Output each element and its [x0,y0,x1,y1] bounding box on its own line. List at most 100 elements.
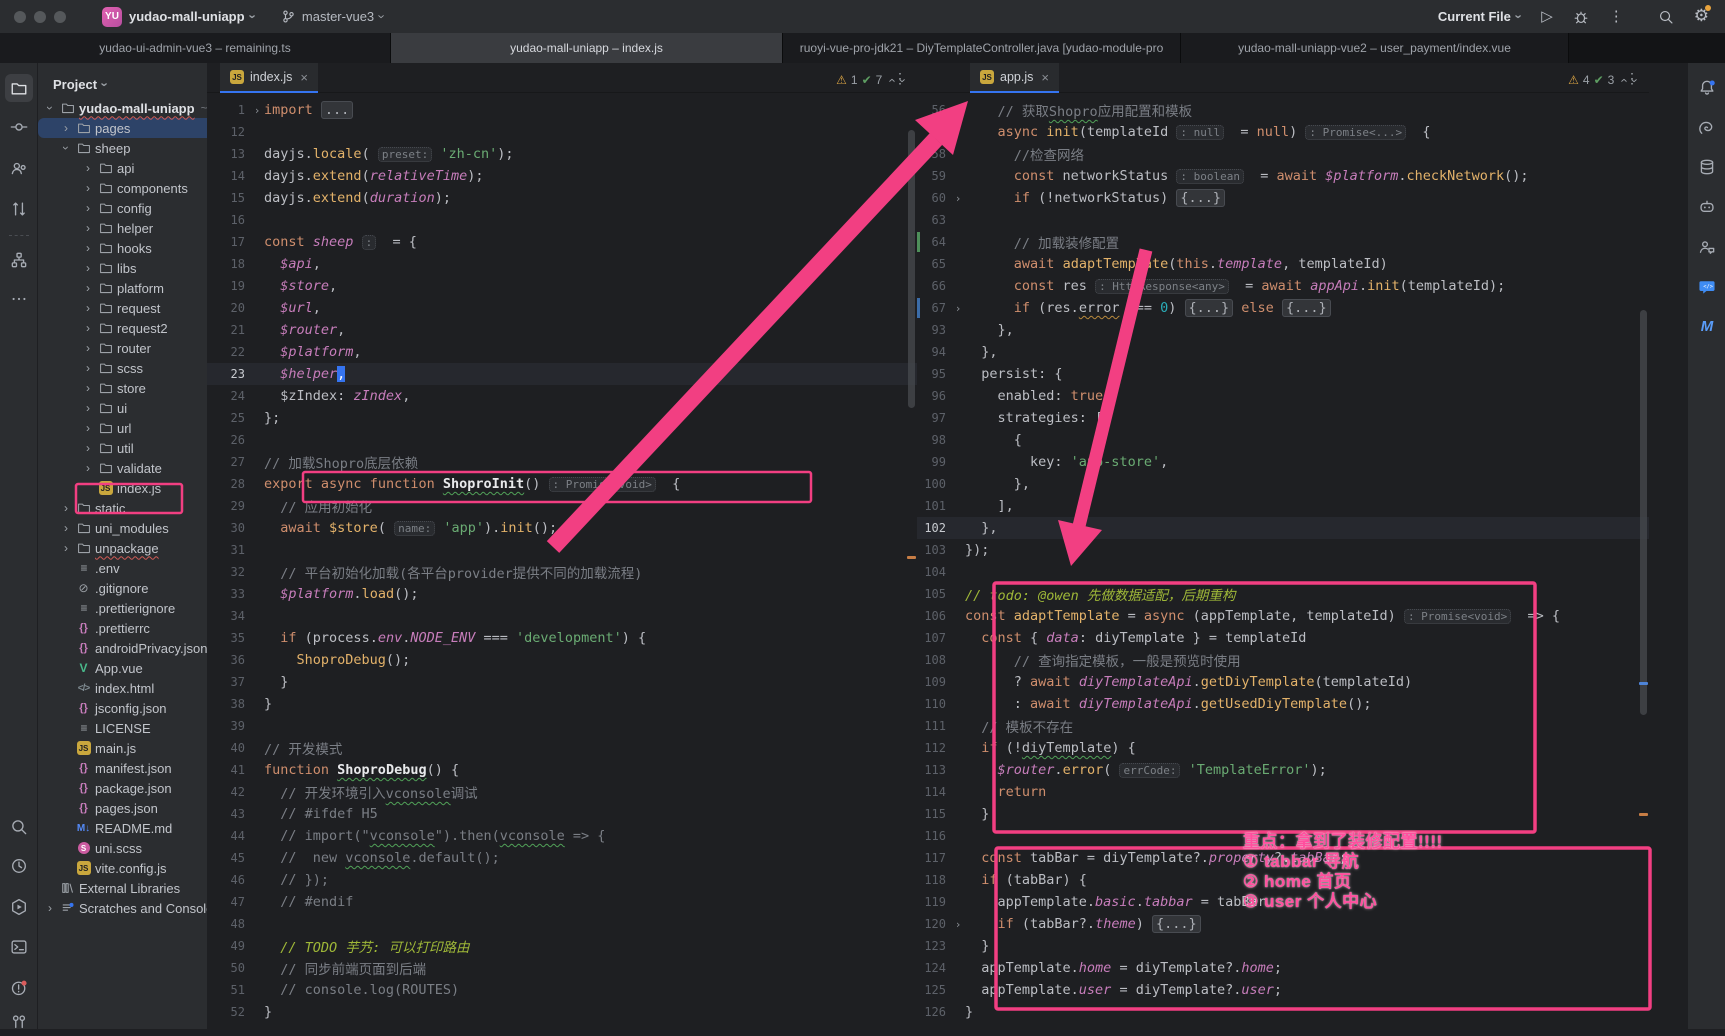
code-text: } [264,674,288,690]
chevron-right-icon[interactable]: › [58,521,74,535]
editor-tab-index-js[interactable]: JS index.js × [220,63,318,93]
window-tab[interactable]: yudao-mall-uniapp – index.js [391,33,783,63]
chevron-right-icon[interactable]: › [80,201,96,215]
inspections-widget-left[interactable]: ⚠ 1 ✔ 7 › › [836,73,905,87]
activity-item-commit[interactable] [5,113,33,141]
chevron-right-icon[interactable]: › [58,541,74,555]
fold-arrow-icon[interactable]: › [250,104,264,117]
activity-item-terminal[interactable] [5,933,33,961]
tree-item-label: pages [95,121,130,136]
code-line-45: 45 // new vconsole.default(); [207,847,917,869]
fold-arrow-icon[interactable]: › [951,302,965,315]
activity-item-problems[interactable] [5,974,33,1002]
chevron-right-icon[interactable]: › [58,501,74,515]
settings-button[interactable]: ⚙ [1694,7,1709,26]
code-text: // todo: @owen 先做数据适配，后期重构 [965,584,1235,604]
chevron-right-icon[interactable]: › [58,121,74,135]
inspections-widget-right[interactable]: ⚠ 4 ✔ 3 › › [1568,73,1637,87]
tree-item-label: yudao-mall-uniapp [79,101,195,116]
branch-selector[interactable]: master-vue3› [281,9,385,24]
code-line-47: 47 // #endif [207,891,917,913]
activity-item-search-everywhere[interactable] [5,813,33,841]
run-button[interactable]: ▷ [1541,9,1553,24]
code-area-index-js[interactable]: 1›import ...1213dayjs.locale( preset: 'z… [207,93,917,1029]
activity-item-lingma[interactable]: M [1693,312,1721,340]
chevron-right-icon[interactable]: › [80,281,96,295]
activity-item-copilot[interactable] [1693,193,1721,221]
js-icon: JS [77,741,91,755]
activity-item-ai-assistant[interactable] [1693,114,1721,142]
activity-item-database[interactable] [1693,153,1721,181]
chevron-right-icon[interactable]: › [80,161,96,175]
code-text: if (!networkStatus) {...} [965,190,1225,206]
run-configuration-selector[interactable]: Current File› [1438,9,1521,24]
fold-arrow-icon[interactable]: › [951,192,965,205]
code-line-26: 26 [207,429,917,451]
json-icon: {} [74,762,93,774]
close-icon[interactable]: × [1041,70,1049,85]
minimize-window-button[interactable] [34,11,46,23]
code-line-24: 24 $zIndex: zIndex, [207,385,917,407]
next-issue-icon[interactable]: › [896,78,909,82]
tfolder-icon [96,201,115,215]
window-tab[interactable]: yudao-ui-admin-vue3 – remaining.ts [0,33,391,63]
chevron-right-icon[interactable]: › [80,461,96,475]
tree-item-label: util [117,441,134,456]
chevron-right-icon[interactable]: › [80,441,96,455]
activity-item-structure[interactable] [5,246,33,274]
problems-icon [10,979,28,997]
tfolder-icon [99,361,113,375]
chevron-right-icon[interactable]: › [80,381,96,395]
tfolder-icon [96,301,115,315]
chevron-right-icon[interactable]: › [80,401,96,415]
code-text: $router, [264,322,345,338]
line-number: 59 [917,169,951,183]
code-area-app-js[interactable]: 56 // 获取Shopro应用配置和模板57 async init(templ… [917,93,1649,1029]
chevron-right-icon[interactable]: › [80,181,96,195]
activity-item-pull-requests[interactable] [5,195,33,223]
window-tab[interactable]: yudao-mall-uniapp-vue2 – user_payment/in… [1181,33,1569,63]
activity-item-code-with-me[interactable] [5,154,33,182]
editor-tab-app-js[interactable]: JS app.js × [970,63,1059,93]
activity-item-recent[interactable] [5,852,33,880]
chevron-right-icon[interactable]: › [80,361,96,375]
chevron-right-icon[interactable]: › [80,221,96,235]
debug-button[interactable] [1573,9,1589,25]
activity-item-codegeex[interactable]: </> [1693,273,1721,301]
next-issue-icon[interactable]: › [1628,78,1641,82]
chevron-right-icon[interactable]: › [42,901,58,915]
more-actions-button[interactable]: ⋮ [1609,9,1624,24]
activity-item-notifications[interactable] [1693,74,1721,102]
chevron-down-icon[interactable]: › [42,101,58,115]
fold-arrow-icon[interactable]: › [951,918,965,931]
scrollbar-warning-mark [907,556,916,559]
scrollbar-right[interactable] [1640,310,1647,715]
scrollbar-left[interactable] [908,130,915,408]
activity-item-code-review-chat[interactable] [1693,233,1721,261]
code-text: // 查询指定模板，一般是预览时使用 [965,650,1241,670]
tfolder-icon [96,461,115,475]
chevron-right-icon[interactable]: › [80,301,96,315]
chevron-down-icon[interactable]: › [58,141,74,155]
search-icon[interactable] [1658,9,1674,25]
window-controls[interactable] [14,11,66,23]
tree-item-label: url [117,421,131,436]
project-selector[interactable]: yudao-mall-uniapp› [129,9,255,24]
activity-item-version-pins[interactable] [5,1008,33,1036]
chevron-right-icon[interactable]: › [80,321,96,335]
code-line-33: 33 $platform.load(); [207,583,917,605]
chevron-right-icon[interactable]: › [80,261,96,275]
zoom-window-button[interactable] [54,11,66,23]
chevron-right-icon[interactable]: › [80,241,96,255]
tfolder-icon [96,361,115,375]
activity-item-services[interactable] [5,893,33,921]
chevron-right-icon[interactable]: › [80,341,96,355]
activity-item-more-tool-windows[interactable] [5,285,33,313]
close-icon[interactable]: × [300,70,308,85]
activity-item-project[interactable] [5,74,33,102]
code-text: // #ifdef H5 [264,806,378,822]
close-window-button[interactable] [14,11,26,23]
tfolder-icon [96,241,115,255]
window-tab[interactable]: ruoyi-vue-pro-jdk21 – DiyTemplateControl… [783,33,1181,63]
chevron-right-icon[interactable]: › [80,421,96,435]
